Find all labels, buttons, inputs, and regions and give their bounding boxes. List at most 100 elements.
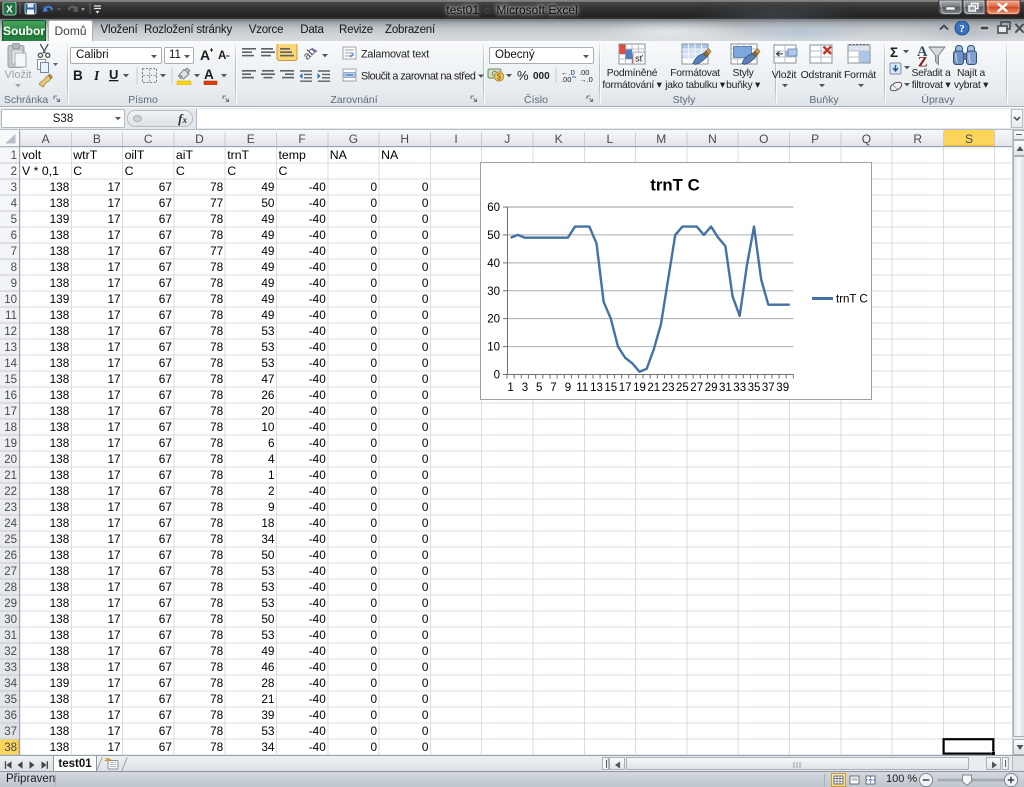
svg-text:138: 138 (50, 324, 70, 338)
svg-text:-40: -40 (309, 596, 326, 610)
svg-text:-40: -40 (309, 244, 326, 258)
svg-text:67: 67 (159, 660, 172, 674)
svg-text:67: 67 (159, 676, 172, 690)
svg-text:0: 0 (494, 370, 500, 382)
svg-text:-40: -40 (309, 452, 326, 466)
svg-text:49: 49 (261, 260, 274, 274)
svg-text:138: 138 (50, 692, 70, 706)
svg-text:17: 17 (107, 644, 120, 658)
svg-text:L: L (607, 132, 614, 146)
svg-text:67: 67 (159, 516, 172, 530)
svg-text:67: 67 (159, 308, 172, 322)
svg-text:31: 31 (719, 382, 732, 394)
svg-text:7: 7 (550, 382, 556, 394)
svg-text:78: 78 (210, 356, 224, 370)
svg-text:9: 9 (565, 382, 571, 394)
svg-text:78: 78 (210, 596, 224, 610)
svg-text:67: 67 (159, 324, 172, 338)
svg-text:138: 138 (50, 196, 70, 210)
svg-text:21: 21 (4, 470, 17, 482)
svg-text:-40: -40 (309, 516, 326, 530)
svg-text:67: 67 (159, 388, 172, 402)
svg-text:-40: -40 (309, 324, 326, 338)
svg-text:X: X (6, 5, 13, 16)
svg-text:53: 53 (261, 628, 275, 642)
svg-text:-40: -40 (309, 356, 326, 370)
svg-text:sť: sť (635, 54, 644, 64)
svg-text:17: 17 (107, 212, 120, 226)
svg-text:17: 17 (107, 420, 120, 434)
svg-text:78: 78 (210, 660, 224, 674)
svg-text:17: 17 (107, 708, 120, 722)
svg-text:31: 31 (4, 630, 17, 642)
svg-text:0: 0 (371, 452, 378, 466)
svg-text:37: 37 (762, 382, 775, 394)
svg-text:trnT C: trnT C (836, 294, 868, 306)
svg-text:35: 35 (748, 382, 761, 394)
svg-text:0: 0 (422, 260, 429, 274)
svg-text:0: 0 (422, 244, 429, 258)
svg-text:I: I (454, 132, 457, 146)
svg-text:32: 32 (4, 646, 17, 658)
svg-text:0: 0 (371, 564, 378, 578)
svg-text:40: 40 (487, 258, 500, 270)
svg-text:78: 78 (210, 580, 224, 594)
svg-text:67: 67 (159, 180, 172, 194)
svg-text:67: 67 (159, 500, 172, 514)
svg-text:33: 33 (733, 382, 746, 394)
svg-text:-40: -40 (309, 436, 326, 450)
svg-text:0: 0 (422, 660, 429, 674)
svg-text:78: 78 (210, 260, 224, 274)
svg-text:17: 17 (619, 382, 632, 394)
svg-text:34: 34 (4, 678, 17, 690)
svg-text:20: 20 (261, 404, 275, 418)
svg-text:67: 67 (159, 564, 172, 578)
svg-text:C: C (279, 164, 288, 178)
svg-text:0: 0 (422, 532, 429, 546)
svg-text:13: 13 (590, 382, 603, 394)
svg-text:0: 0 (371, 532, 378, 546)
svg-text:138: 138 (50, 548, 70, 562)
svg-text:139: 139 (50, 676, 70, 690)
svg-text:53: 53 (261, 324, 275, 338)
svg-text:0: 0 (422, 212, 429, 226)
svg-text:0: 0 (422, 308, 429, 322)
svg-text:17: 17 (107, 596, 120, 610)
svg-text:78: 78 (210, 228, 224, 242)
svg-text:49: 49 (261, 644, 274, 658)
svg-text:67: 67 (159, 644, 172, 658)
svg-text:R: R (913, 132, 922, 146)
svg-text:0: 0 (371, 676, 378, 690)
svg-text:23: 23 (662, 382, 675, 394)
svg-text:49: 49 (261, 276, 274, 290)
svg-text:0: 0 (371, 660, 378, 674)
svg-text:50: 50 (261, 196, 275, 210)
svg-text:trnT C: trnT C (650, 176, 699, 195)
svg-text:17: 17 (107, 340, 120, 354)
svg-text:35: 35 (4, 694, 17, 706)
svg-text:17: 17 (107, 484, 120, 498)
svg-text:0: 0 (371, 500, 378, 514)
svg-text:17: 17 (4, 406, 17, 418)
svg-text:25: 25 (676, 382, 689, 394)
svg-text:78: 78 (210, 564, 224, 578)
svg-text:138: 138 (50, 404, 70, 418)
svg-text:0: 0 (371, 308, 378, 322)
svg-text:36: 36 (4, 710, 17, 722)
svg-text:0: 0 (422, 324, 429, 338)
svg-text:0: 0 (371, 548, 378, 562)
svg-text:15: 15 (4, 374, 17, 386)
svg-text:17: 17 (107, 452, 120, 466)
svg-text:78: 78 (210, 388, 224, 402)
svg-text:53: 53 (261, 596, 275, 610)
svg-text:53: 53 (261, 356, 275, 370)
svg-text:17: 17 (107, 372, 120, 386)
svg-text:24: 24 (4, 518, 17, 530)
svg-text:78: 78 (210, 484, 224, 498)
svg-text:78: 78 (210, 644, 224, 658)
svg-text:138: 138 (50, 724, 70, 738)
svg-text:26: 26 (261, 388, 275, 402)
svg-text:138: 138 (50, 564, 70, 578)
svg-text:Zalamovat text: Zalamovat text (361, 49, 429, 61)
svg-text:3: 3 (522, 382, 528, 394)
